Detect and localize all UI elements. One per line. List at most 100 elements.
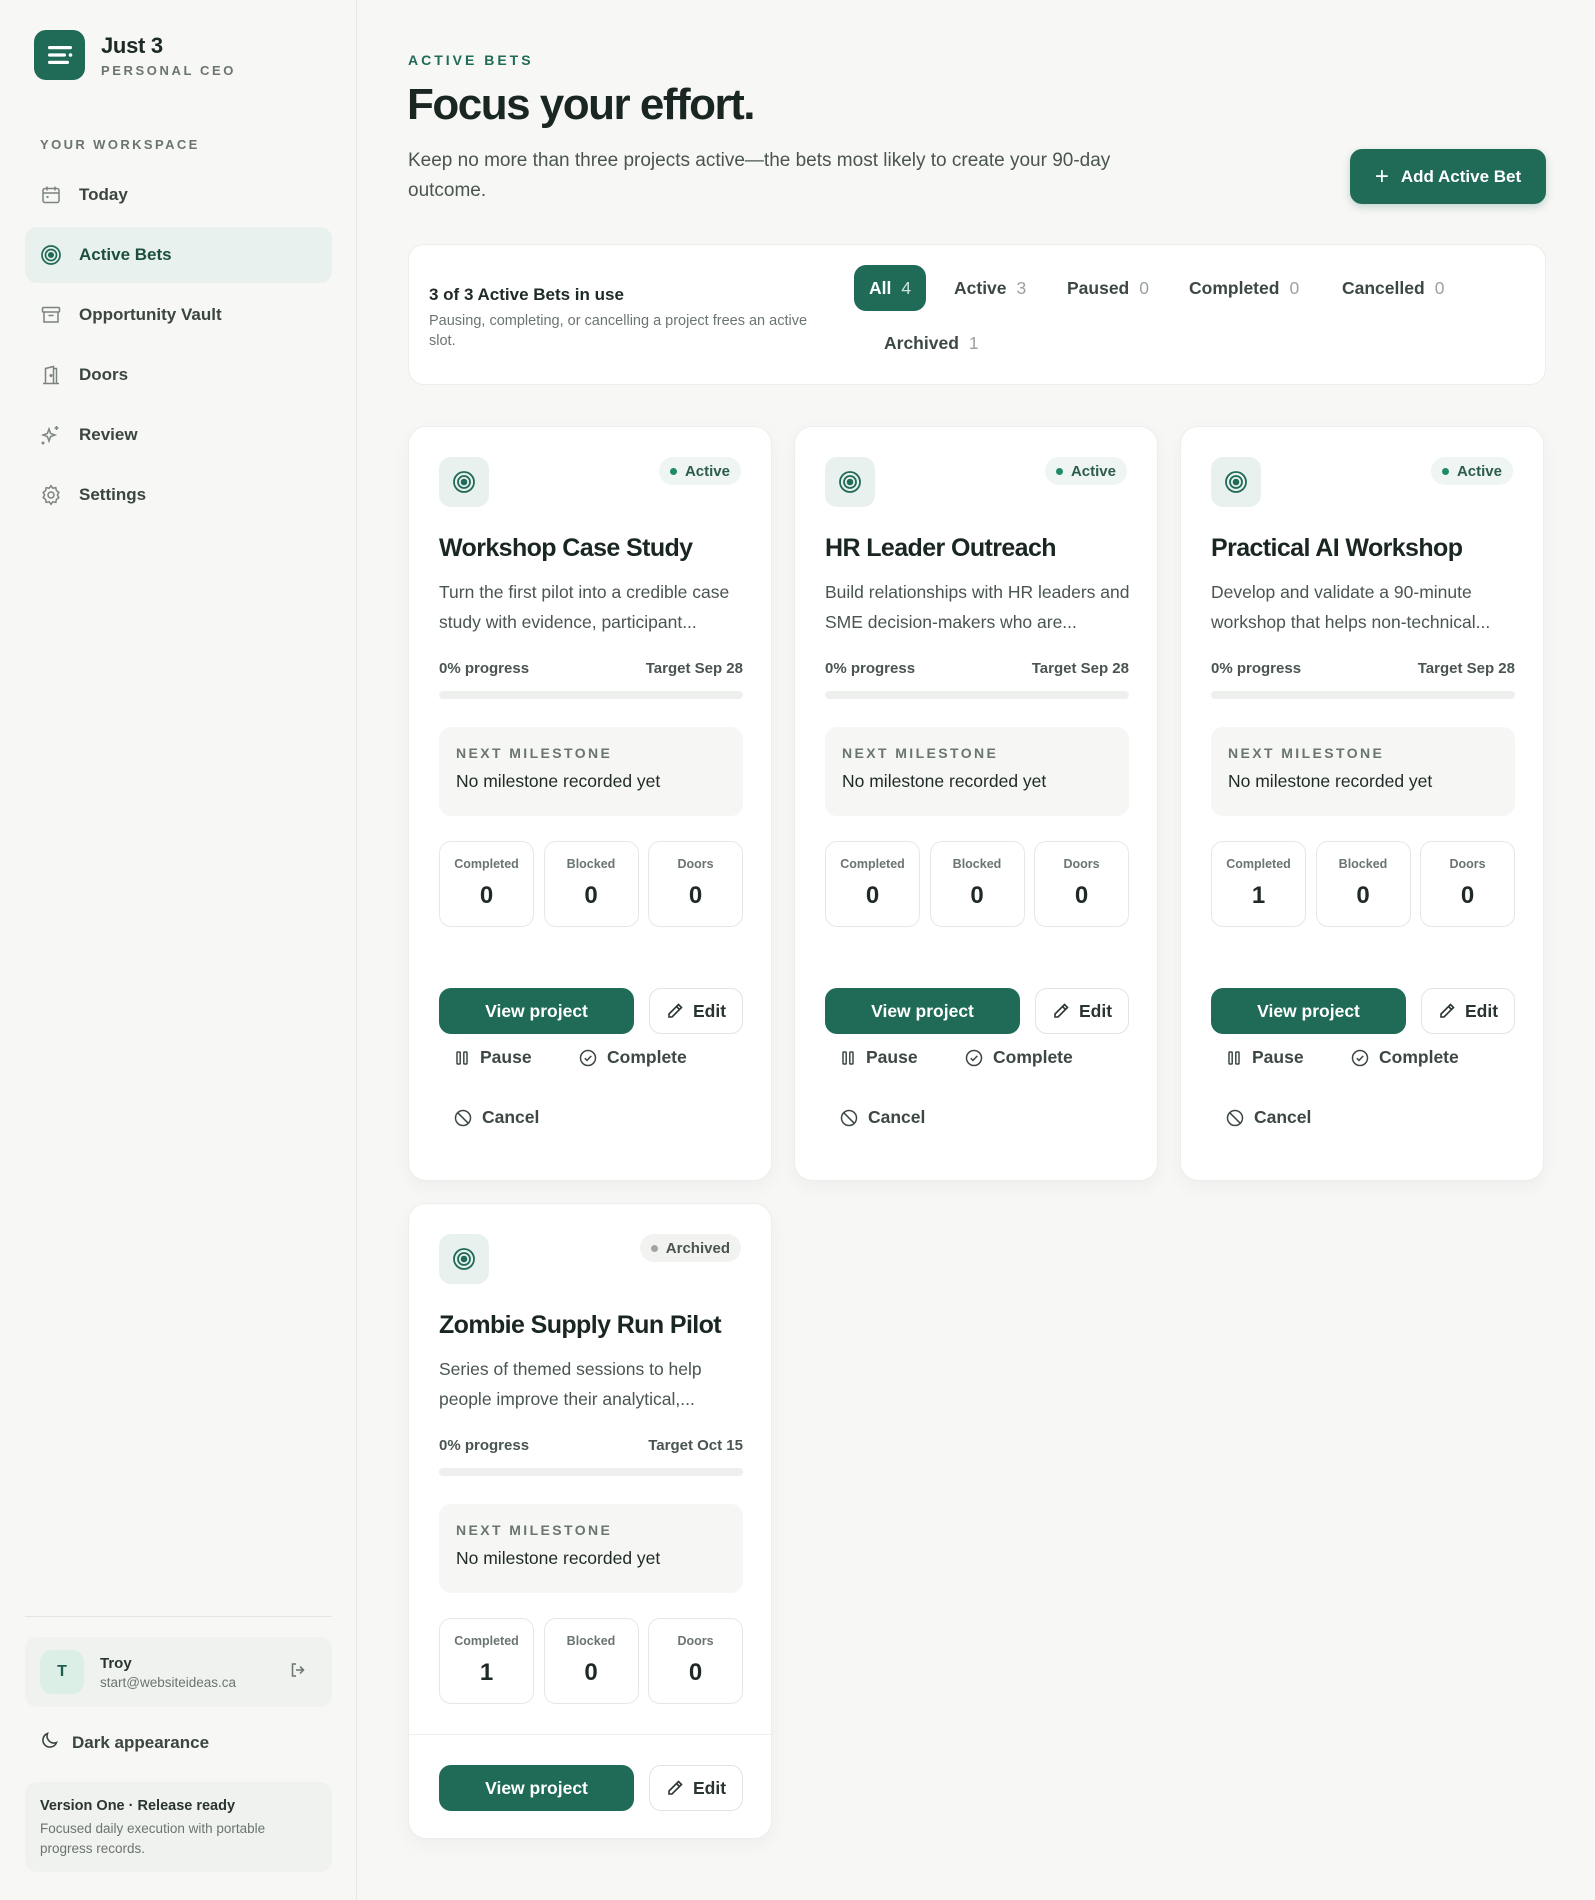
view-project-button[interactable]: View project [439, 1765, 634, 1811]
page-eyebrow: ACTIVE BETS [408, 52, 534, 68]
sidebar-item-review[interactable]: Review [25, 407, 332, 463]
stat-label: Blocked [952, 857, 1002, 871]
edit-label: Edit [692, 1777, 727, 1798]
stat-blocked: Blocked 0 [1315, 841, 1411, 927]
cancel-button[interactable]: Cancel [1226, 1107, 1311, 1128]
view-project-button[interactable]: View project [439, 988, 634, 1034]
gear-icon [40, 484, 62, 506]
progress-row: 0% progress Target Sep 28 [825, 660, 1129, 677]
door-icon [40, 364, 62, 386]
check-circle-icon [1351, 1049, 1369, 1067]
project-title: Zombie Supply Run Pilot [439, 1311, 722, 1339]
sidebar-item-label: Today [79, 185, 128, 204]
view-project-button[interactable]: View project [1211, 988, 1406, 1034]
complete-button[interactable]: Complete [965, 1047, 1073, 1068]
stat-blocked: Blocked 0 [543, 1618, 639, 1704]
filter-count: 0 [1434, 277, 1445, 298]
sidebar-item-active-bets[interactable]: Active Bets [25, 227, 332, 283]
next-milestone: NEXT MILESTONE No milestone recorded yet [439, 727, 743, 816]
cancel-circle-icon [454, 1109, 472, 1127]
project-title: HR Leader Outreach [825, 534, 1057, 562]
pause-icon [1226, 1050, 1242, 1066]
status-label: Archived [665, 1239, 730, 1257]
pause-label: Pause [866, 1047, 918, 1067]
sidebar-item-opportunity-vault[interactable]: Opportunity Vault [25, 287, 332, 343]
pause-button[interactable]: Pause [840, 1047, 918, 1068]
stat-value: 1 [479, 1659, 494, 1686]
logout-icon[interactable] [289, 1661, 307, 1684]
pause-icon [840, 1050, 856, 1066]
milestone-value: No milestone recorded yet [456, 771, 661, 791]
brand[interactable]: Just 3 PERSONAL CEO [34, 30, 236, 80]
card-divider [409, 1734, 773, 1735]
edit-button[interactable]: Edit [649, 1765, 743, 1811]
sidebar-divider [25, 1616, 332, 1617]
edit-button[interactable]: Edit [1421, 988, 1515, 1034]
sidebar-item-label: Opportunity Vault [79, 305, 222, 324]
complete-button[interactable]: Complete [1351, 1047, 1459, 1068]
view-project-button[interactable]: View project [825, 988, 1020, 1034]
edit-label: Edit [692, 1000, 727, 1021]
stat-label: Completed [840, 857, 905, 871]
status-label: Active [1456, 462, 1502, 480]
stat-value: 0 [688, 882, 703, 909]
pause-label: Pause [480, 1047, 532, 1067]
project-card: Archived Zombie Supply Run Pilot Series … [408, 1203, 773, 1839]
progress-label: 0% progress [1211, 660, 1302, 677]
filter-count: 0 [1139, 277, 1149, 298]
cancel-circle-icon [1226, 1109, 1244, 1127]
filter-tab-all[interactable]: All 4 [854, 265, 927, 311]
version-title: Version One · Release ready [40, 1798, 236, 1814]
project-description: Series of themed sessions to help people… [439, 1359, 702, 1409]
dark-appearance-toggle[interactable]: Dark appearance [40, 1730, 209, 1755]
cancel-button[interactable]: Cancel [454, 1107, 539, 1128]
filter-tab-paused[interactable]: Paused 0 [1052, 265, 1164, 311]
project-description: Turn the first pilot into a credible cas… [439, 582, 730, 632]
edit-button[interactable]: Edit [1035, 988, 1129, 1034]
progress-row: 0% progress Target Oct 15 [439, 1437, 743, 1454]
add-active-bet-button[interactable]: + Add Active Bet [1350, 149, 1546, 204]
filter-label: Paused [1067, 277, 1130, 298]
sidebar-item-doors[interactable]: Doors [25, 347, 332, 403]
pencil-icon [666, 1002, 684, 1020]
target-date: Target Sep 28 [645, 660, 743, 677]
progress-bar [1211, 691, 1515, 699]
brand-name: Just 3 [101, 32, 163, 58]
pause-button[interactable]: Pause [1226, 1047, 1304, 1068]
stat-value: 0 [1074, 882, 1089, 909]
stat-completed: Completed 0 [439, 841, 534, 927]
status-badge: Archived [639, 1234, 741, 1262]
filter-label: Archived [884, 332, 959, 353]
stat-label: Completed [1226, 857, 1291, 871]
stat-completed: Completed 1 [439, 1618, 534, 1704]
sidebar-item-label: Doors [79, 365, 129, 384]
user-email: start@websiteideas.ca [100, 1674, 237, 1690]
stat-label: Blocked [566, 857, 616, 871]
complete-button[interactable]: Complete [579, 1047, 687, 1068]
sidebar-item-settings[interactable]: Settings [25, 467, 332, 523]
stat-value: 1 [1251, 882, 1266, 909]
stat-blocked: Blocked 0 [929, 841, 1025, 927]
edit-button[interactable]: Edit [649, 988, 743, 1034]
check-circle-icon [965, 1049, 983, 1067]
pencil-icon [1052, 1002, 1070, 1020]
filter-tab-cancelled[interactable]: Cancelled 0 [1327, 265, 1459, 311]
target-icon [825, 457, 875, 507]
calendar-icon [40, 184, 62, 206]
filter-tab-archived[interactable]: Archived 1 [869, 320, 994, 366]
dark-appearance-label: Dark appearance [72, 1732, 210, 1752]
sidebar-item-today[interactable]: Today [25, 167, 332, 223]
filter-tab-completed[interactable]: Completed 0 [1174, 265, 1314, 311]
slots-summary-description: Pausing, completing, or cancelling a pro… [429, 313, 808, 349]
next-milestone: NEXT MILESTONE No milestone recorded yet [1211, 727, 1515, 816]
target-icon [439, 1234, 489, 1284]
target-date: Target Oct 15 [648, 1437, 743, 1454]
stat-label: Doors [1063, 857, 1100, 871]
version-card: Version One · Release ready Focused dail… [25, 1782, 332, 1872]
cancel-button[interactable]: Cancel [840, 1107, 925, 1128]
pause-icon [454, 1050, 470, 1066]
stat-label: Completed [454, 857, 519, 871]
archive-box-icon [40, 304, 62, 326]
pause-button[interactable]: Pause [454, 1047, 532, 1068]
filter-tab-active[interactable]: Active 3 [939, 265, 1041, 311]
